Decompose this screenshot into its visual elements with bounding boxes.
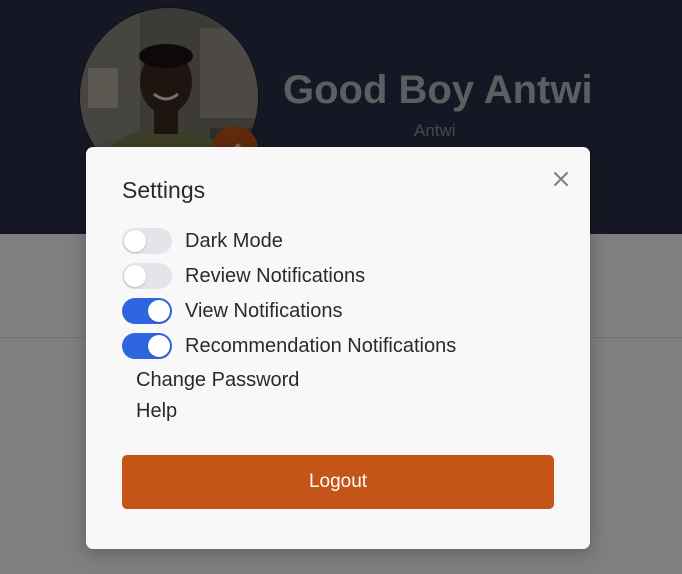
- profile-page: Good Boy Antwi Antwi Settings Dark Mode …: [0, 0, 682, 574]
- switch-knob: [124, 230, 146, 252]
- view-notifications-switch[interactable]: [122, 298, 172, 324]
- help-link[interactable]: Help: [136, 400, 177, 423]
- toggle-dark-mode[interactable]: Dark Mode: [122, 227, 283, 255]
- switch-knob: [124, 265, 146, 287]
- toggle-recommendation-notifications[interactable]: Recommendation Notifications: [122, 332, 456, 360]
- toggle-label: Dark Mode: [185, 229, 283, 252]
- modal-title: Settings: [122, 177, 206, 203]
- change-password-link[interactable]: Change Password: [136, 369, 299, 392]
- settings-modal: Settings Dark Mode Review Notifications …: [86, 147, 590, 549]
- close-icon: [554, 172, 568, 186]
- switch-knob: [148, 335, 170, 357]
- logout-button[interactable]: Logout: [122, 455, 554, 509]
- toggle-review-notifications[interactable]: Review Notifications: [122, 262, 365, 290]
- dark-mode-switch[interactable]: [122, 228, 172, 254]
- recommendation-notifications-switch[interactable]: [122, 333, 172, 359]
- toggle-view-notifications[interactable]: View Notifications: [122, 297, 342, 325]
- review-notifications-switch[interactable]: [122, 263, 172, 289]
- switch-knob: [148, 300, 170, 322]
- toggle-label: Review Notifications: [185, 264, 366, 287]
- close-button[interactable]: [549, 167, 573, 191]
- toggle-label: Recommendation Notifications: [185, 334, 457, 357]
- toggle-label: View Notifications: [185, 299, 343, 322]
